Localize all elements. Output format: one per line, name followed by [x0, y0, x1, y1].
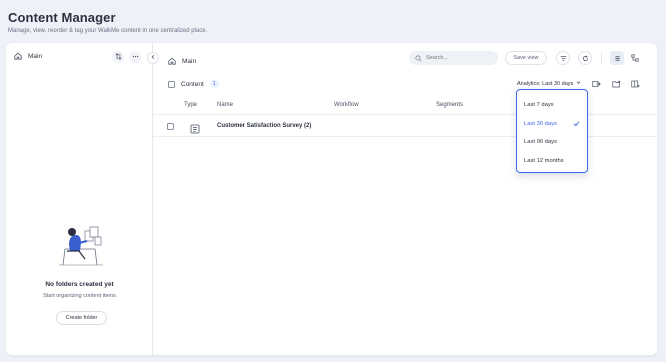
sidebar-breadcrumb-label: Main: [28, 52, 43, 60]
refresh-icon: [582, 49, 589, 67]
refresh-button[interactable]: [578, 51, 592, 65]
sidebar-breadcrumb[interactable]: Main: [14, 52, 42, 60]
chevron-down-icon: [576, 80, 581, 87]
dropdown-option-label: Last 30 days: [524, 120, 557, 127]
toolbar-divider: [601, 52, 602, 64]
dropdown-option-last-90-days[interactable]: Last 90 days: [517, 133, 587, 152]
app-header: Content Manager Manage, view, reorder & …: [8, 10, 207, 34]
content-card: Main No folders created yet Start organi…: [6, 43, 657, 355]
empty-folders-illustration: [57, 223, 107, 272]
dropdown-option-label: Last 7 days: [524, 102, 554, 109]
row-checkbox[interactable]: [167, 123, 174, 130]
filter-icon: [560, 49, 567, 67]
row-item-name[interactable]: Customer Satisfaction Survey (2): [217, 123, 311, 129]
home-icon: [14, 52, 22, 60]
tree-view-toggle[interactable]: [628, 51, 642, 65]
analytics-period-select[interactable]: Analytics: Last 30 days: [517, 80, 581, 87]
sort-button[interactable]: [112, 51, 124, 63]
search-box[interactable]: [409, 51, 498, 65]
analytics-period-dropdown: Last 7 days Last 30 days Last 90 days La…: [516, 89, 588, 173]
list-icon: [614, 49, 621, 67]
search-input[interactable]: [426, 55, 496, 61]
content-label: Content: [181, 80, 204, 88]
columns-icon: [630, 75, 640, 93]
export-button[interactable]: [590, 78, 602, 89]
columns-button[interactable]: [629, 78, 641, 89]
dropdown-option-label: Last 12 months: [524, 157, 564, 164]
folders-sidebar: Main No folders created yet Start organi…: [6, 43, 153, 355]
more-options-button[interactable]: [129, 51, 141, 63]
new-folder-button[interactable]: [610, 78, 622, 89]
content-count-badge: 1: [209, 80, 219, 88]
column-header-workflow[interactable]: Workflow: [334, 102, 359, 108]
column-header-segments[interactable]: Segments: [436, 102, 463, 108]
search-icon: [415, 49, 422, 67]
sort-icon: [114, 52, 122, 62]
folder-plus-icon: [611, 75, 621, 93]
main-breadcrumb[interactable]: Main: [168, 52, 196, 70]
export-icon: [591, 75, 601, 93]
page-subtitle: Manage, view, reorder & tag your WalkMe …: [8, 28, 208, 34]
collapse-sidebar-button[interactable]: [147, 52, 159, 64]
content-header: Content 1: [168, 80, 219, 88]
tree-view-icon: [631, 49, 639, 67]
dropdown-option-last-7-days[interactable]: Last 7 days: [517, 96, 587, 115]
empty-state-title: No folders created yet: [45, 281, 114, 288]
column-header-type[interactable]: Type: [184, 102, 197, 108]
chevron-left-icon: [150, 54, 156, 62]
select-all-checkbox[interactable]: [168, 80, 175, 88]
dropdown-option-last-30-days[interactable]: Last 30 days: [517, 115, 587, 134]
empty-state-subtitle: Start organizing content items: [43, 293, 116, 299]
home-icon: [168, 52, 176, 70]
sidebar-tools: [112, 51, 141, 63]
dropdown-option-label: Last 90 days: [524, 139, 557, 146]
dropdown-option-last-12-months[interactable]: Last 12 months: [517, 152, 587, 171]
filter-button[interactable]: [556, 51, 570, 65]
more-horizontal-icon: [132, 53, 139, 62]
column-header-name[interactable]: Name: [217, 102, 233, 108]
analytics-period-label: Analytics: Last 30 days: [517, 80, 574, 87]
list-view-toggle[interactable]: [610, 51, 624, 65]
main-breadcrumb-label: Main: [182, 57, 197, 65]
save-view-button[interactable]: Save view: [505, 51, 547, 65]
create-folder-button[interactable]: Create folder: [56, 311, 107, 325]
survey-icon: [190, 121, 200, 139]
page-title: Content Manager: [8, 10, 116, 25]
checkmark-icon: [573, 120, 580, 129]
